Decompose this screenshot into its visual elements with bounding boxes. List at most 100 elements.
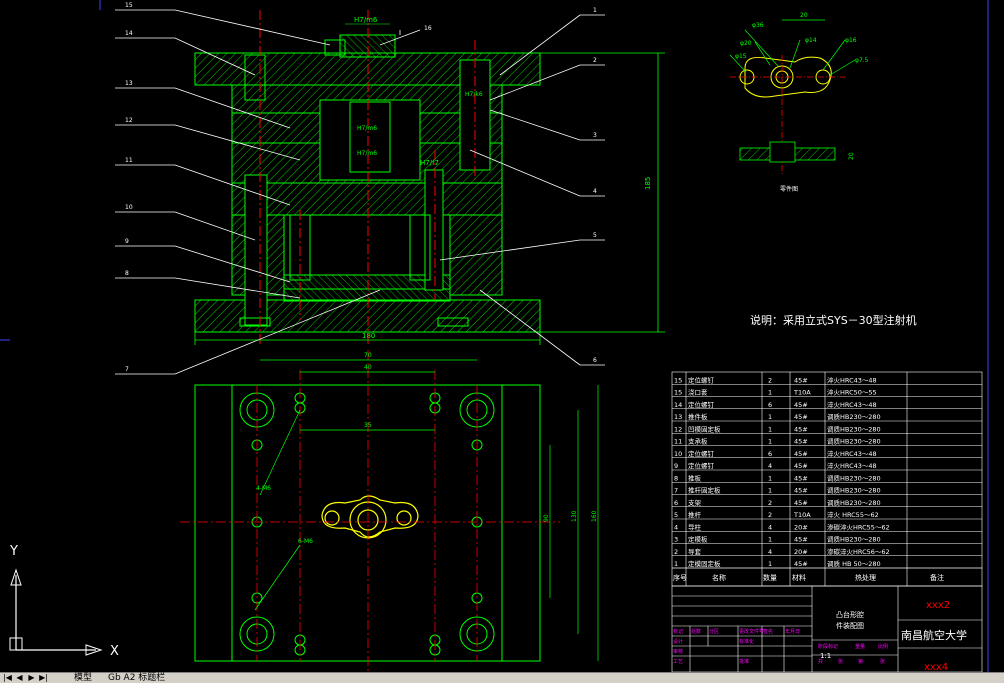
layout-tab-bar: |◀ ◀ ▶ ▶| 模型 Gb A2 标题栏 bbox=[0, 672, 1004, 683]
bom-cell-heat: 调质HB230～280 bbox=[827, 486, 881, 495]
svg-text:张: 张 bbox=[838, 658, 843, 665]
bom-cell-qty: 1 bbox=[768, 389, 772, 397]
svg-text:3: 3 bbox=[593, 132, 597, 139]
dimension-185 bbox=[540, 52, 665, 333]
svg-text:14: 14 bbox=[125, 30, 133, 37]
bom-cell-no: 12 bbox=[674, 425, 682, 433]
bom-cell-no: 6 bbox=[674, 499, 678, 507]
fit-h7k6-label: H7/k6 bbox=[465, 91, 483, 98]
cad-drawing-canvas[interactable]: 185 180 H7/m6 H7/f7 H7/m6 H7/k6 H7/m6 15… bbox=[0, 0, 1004, 672]
part-drawing-label: 零件图 bbox=[780, 185, 798, 193]
bom-cell-no: 1 bbox=[674, 560, 678, 568]
bom-cell-name: 推杆固定板 bbox=[688, 486, 721, 495]
bom-cell-no: 3 bbox=[674, 536, 678, 544]
svg-text:φ15: φ15 bbox=[735, 53, 747, 60]
fit-h7f7-label: H7/f7 bbox=[420, 159, 439, 167]
bom-cell-mat: 45# bbox=[794, 487, 808, 495]
svg-text:工艺: 工艺 bbox=[673, 659, 683, 665]
svg-text:20: 20 bbox=[800, 12, 808, 19]
bom-cell-name: 支架 bbox=[688, 498, 702, 507]
svg-text:1: 1 bbox=[593, 7, 597, 14]
svg-text:70: 70 bbox=[364, 352, 372, 359]
svg-text:130: 130 bbox=[571, 510, 578, 522]
svg-text:8: 8 bbox=[125, 270, 129, 277]
bom-cell-qty: 2 bbox=[768, 511, 772, 519]
bom-cell-name: 定模固定板 bbox=[688, 559, 721, 568]
bom-cell-qty: 4 bbox=[768, 548, 772, 556]
dim-185-label: 185 bbox=[644, 177, 652, 190]
svg-text:7: 7 bbox=[125, 366, 129, 373]
bom-cell-heat: 淬火HRC50～55 bbox=[827, 388, 877, 397]
bom-cell-name: 定位螺钉 bbox=[688, 449, 715, 458]
bom-cell-name: 定模板 bbox=[688, 535, 708, 544]
plan-cavity bbox=[321, 495, 419, 539]
svg-text:160: 160 bbox=[591, 510, 598, 522]
svg-text:比例: 比例 bbox=[878, 643, 888, 650]
bom-cell-mat: 45# bbox=[794, 499, 808, 507]
bom-cell-mat: T10A bbox=[793, 389, 811, 397]
bom-cell-mat: 20# bbox=[794, 548, 808, 556]
fit-h7m6-a-label: H7/m6 bbox=[357, 125, 377, 132]
svg-text:名称: 名称 bbox=[712, 573, 726, 582]
svg-text:序号: 序号 bbox=[673, 573, 687, 582]
svg-text:材料: 材料 bbox=[792, 573, 806, 582]
fit-h7m6-b-label: H7/m6 bbox=[357, 150, 377, 157]
plan-dims bbox=[254, 359, 599, 661]
bom-cell-qty: 1 bbox=[768, 487, 772, 495]
svg-text:标准化: 标准化 bbox=[739, 638, 754, 645]
bom-cell-heat: 调质HB230～280 bbox=[827, 498, 881, 507]
bom-cell-name: 导柱 bbox=[688, 522, 702, 531]
svg-text:批准: 批准 bbox=[739, 658, 749, 665]
bom-cell-no: 13 bbox=[674, 413, 682, 421]
fit-top-label: H7/m6 bbox=[354, 16, 378, 24]
callout-labels-left: 15 14 13 12 11 10 9 8 7 bbox=[125, 2, 133, 373]
plan-dim-labels: 70 40 35 90 130 160 4-M6 6-M6 bbox=[256, 352, 598, 545]
bom-cell-name: 导套 bbox=[688, 547, 702, 556]
bom-cell-heat: 调质HB230～280 bbox=[827, 424, 881, 433]
svg-text:φ14: φ14 bbox=[805, 37, 817, 44]
plan-centerlines bbox=[180, 350, 560, 672]
bom-cell-no: 15 bbox=[674, 376, 682, 384]
svg-text:阶段标记: 阶段标记 bbox=[818, 643, 838, 650]
svg-text:6-M6: 6-M6 bbox=[298, 538, 313, 545]
ucs-y-label: Y bbox=[9, 544, 18, 559]
svg-text:分区: 分区 bbox=[709, 628, 719, 635]
svg-text:处数: 处数 bbox=[691, 628, 701, 635]
bom-cell-heat: 调质HB230～280 bbox=[827, 412, 881, 421]
title-block-labels: 标记 处数 分区 更改文件号 签名 年月日 设计 标准化 阶段标记 重量 比例 … bbox=[673, 628, 888, 665]
bom-cell-qty: 1 bbox=[768, 425, 772, 433]
svg-text:签名: 签名 bbox=[763, 628, 773, 635]
svg-text:90: 90 bbox=[543, 514, 550, 522]
svg-text:热处理: 热处理 bbox=[855, 573, 876, 582]
bom-cell-name: 支承板 bbox=[688, 437, 708, 446]
bom-cell-mat: 45# bbox=[794, 462, 808, 470]
bom-cell-heat: 淬火HRC43～48 bbox=[827, 400, 877, 409]
bom-cell-no: 4 bbox=[674, 523, 678, 531]
bom-cell-heat: 调质HB230～280 bbox=[827, 535, 881, 544]
bom-cell-qty: 1 bbox=[768, 536, 772, 544]
svg-text:年月日: 年月日 bbox=[785, 628, 800, 635]
bom-cell-mat: 45# bbox=[794, 438, 808, 446]
ucs-x-label: X bbox=[110, 644, 119, 659]
svg-text:11: 11 bbox=[125, 157, 133, 164]
svg-text:10: 10 bbox=[125, 204, 133, 211]
drawing-title-line1: 凸台形腔 bbox=[836, 610, 864, 619]
bom-cell-mat: 20# bbox=[794, 523, 808, 531]
xxx2-label: xxx2 bbox=[926, 600, 950, 611]
bom-cell-heat: 淬火HRC43～48 bbox=[827, 375, 877, 384]
svg-text:第: 第 bbox=[858, 658, 863, 665]
svg-text:13: 13 bbox=[125, 80, 133, 87]
bom-cell-qty: 4 bbox=[768, 462, 772, 470]
bom-cell-qty: 2 bbox=[768, 376, 772, 384]
svg-text:15: 15 bbox=[125, 2, 133, 9]
bom-cell-qty: 1 bbox=[768, 413, 772, 421]
bom-cell-no: 11 bbox=[674, 438, 682, 446]
bom-cell-heat: 渗碳淬火HRC55～62 bbox=[827, 522, 890, 531]
svg-text:φ36: φ36 bbox=[752, 22, 764, 29]
bom-cell-no: 7 bbox=[674, 487, 678, 495]
bom-cell-name: 推杆 bbox=[688, 510, 702, 519]
injection-machine-note: 说明：采用立式SYS－30型注射机 bbox=[750, 313, 917, 327]
bom-cell-heat: 淬火HRC43～48 bbox=[827, 461, 877, 470]
svg-text:6: 6 bbox=[593, 357, 597, 364]
svg-text:4: 4 bbox=[593, 188, 597, 195]
